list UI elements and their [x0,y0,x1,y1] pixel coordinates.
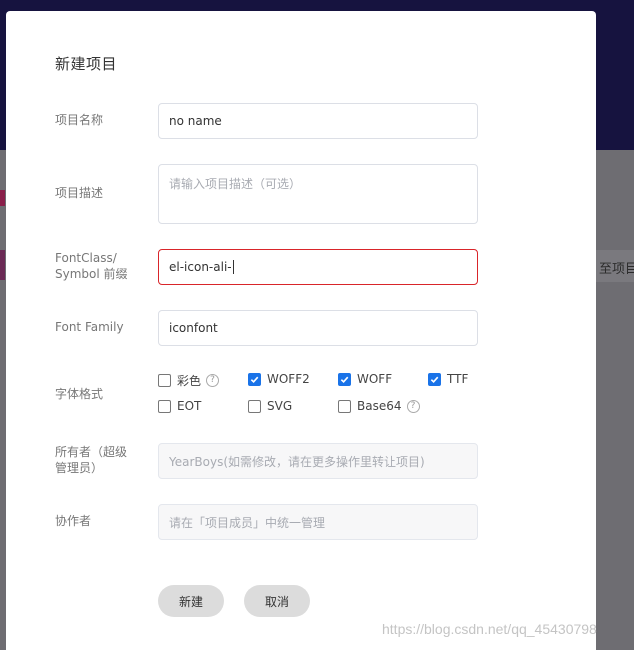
checkbox-label: SVG [267,399,293,413]
checkbox-box [158,374,171,387]
checkbox-box [158,399,171,413]
description-label: 项目描述 [55,186,104,200]
owner-input: YearBoys(如需修改，请在更多操作里转让项目) [158,443,478,479]
fontclass-prefix-input[interactable]: el-icon-ali- [158,249,478,285]
dialog-title: 新建项目 [55,55,118,73]
checkbox-box [248,372,261,386]
checkbox-label: WOFF [357,372,393,386]
checkbox-box [338,372,351,386]
project-name-value: no name [169,114,222,128]
backdrop-left-marker [0,190,5,206]
checkbox-label: Base64 [357,399,402,413]
checkbox-ttf[interactable]: TTF [428,372,468,386]
collaborators-input: 请在「项目成员」中统一管理 [158,504,478,540]
checkbox-box [248,399,261,413]
formats-label: 字体格式 [55,387,104,401]
collaborators-placeholder: 请在「项目成员」中统一管理 [169,515,326,530]
cancel-button[interactable]: 取消 [244,585,310,617]
backdrop-left-marker [0,250,5,280]
create-button[interactable]: 新建 [158,585,224,617]
owner-label: 所有者（超级管理员） [55,445,128,475]
checkbox-box [428,372,441,386]
name-label: 项目名称 [55,113,104,127]
backdrop-peek-text: 至项目 [599,262,634,277]
checkbox-woff[interactable]: WOFF [338,372,392,386]
question-mark-icon[interactable]: ? [406,399,420,413]
collaborators-label: 协作者 [55,514,92,528]
prefix-label: FontClass/ Symbol 前缀 [55,251,128,281]
project-name-input[interactable]: no name [158,103,478,139]
watermark-text: https://blog.csdn.net/qq_45430798 [382,621,597,637]
font-family-value: iconfont [169,321,218,335]
checkbox-svg[interactable]: SVG [248,399,292,413]
prefix-value: el-icon-ali- [169,260,232,274]
checkbox-color[interactable]: 彩色 ? [158,372,220,389]
checkbox-woff2[interactable]: WOFF2 [248,372,310,386]
checkbox-label: WOFF2 [267,372,310,386]
project-description-textarea[interactable]: 请输入项目描述（可选） [158,164,478,224]
checkbox-label: 彩色 [177,374,202,388]
text-caret [232,260,234,274]
font-family-input[interactable]: iconfont [158,310,478,346]
checkbox-base64[interactable]: Base64 ? [338,399,420,413]
question-mark-icon[interactable]: ? [206,374,220,387]
checkbox-eot[interactable]: EOT [158,399,201,413]
new-project-dialog: 新建项目 项目名称 no name 项目描述 请输入项目描述（可选） FontC… [6,11,596,650]
font-family-label: Font Family [55,320,124,334]
checkbox-label: EOT [177,399,202,413]
owner-placeholder: YearBoys(如需修改，请在更多操作里转让项目) [169,454,425,469]
checkbox-box [338,399,351,413]
checkbox-label: TTF [447,372,469,386]
description-placeholder: 请输入项目描述（可选） [169,177,302,191]
